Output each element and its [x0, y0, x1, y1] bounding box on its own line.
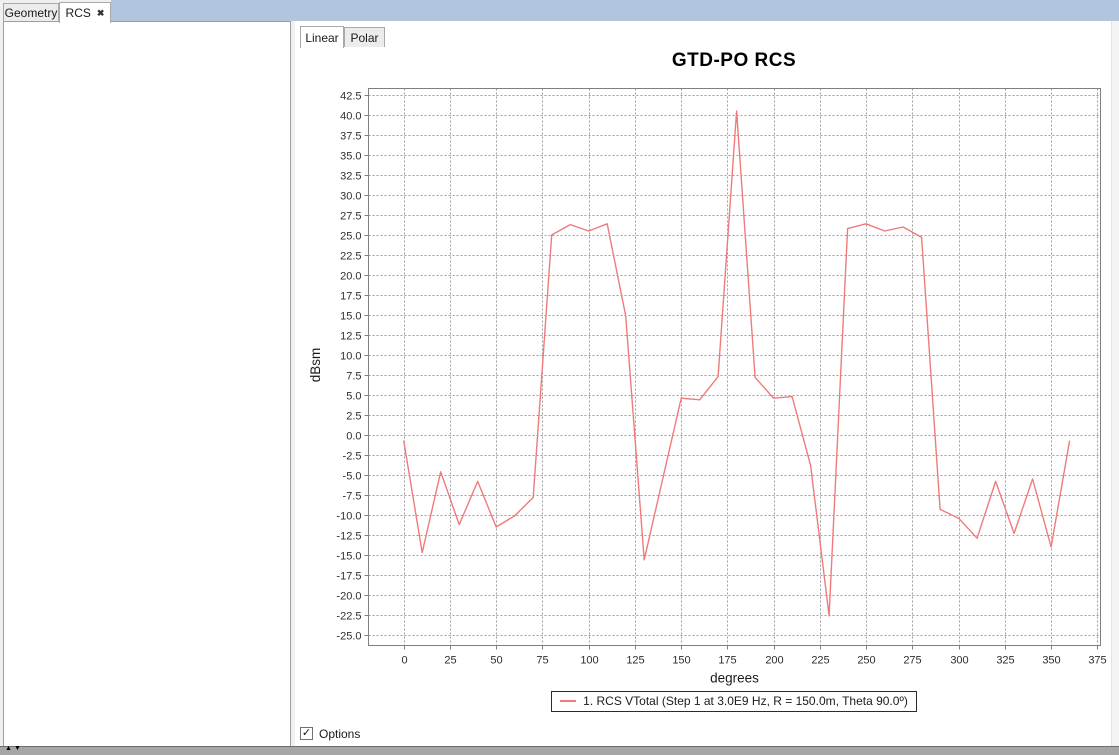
svg-text:325: 325: [996, 655, 1014, 667]
chart-legend: 1. RCS VTotal (Step 1 at 3.0E9 Hz, R = 1…: [551, 691, 917, 712]
svg-text:250: 250: [857, 655, 875, 667]
svg-text:200: 200: [765, 655, 783, 667]
y-axis-label: dBsm: [308, 348, 323, 383]
options-checkbox[interactable]: ✓: [300, 727, 313, 740]
splitter-down-icon[interactable]: ▼: [14, 745, 23, 752]
svg-text:30.0: 30.0: [340, 191, 361, 203]
x-axis-label: degrees: [710, 671, 759, 686]
svg-text:25.0: 25.0: [340, 231, 361, 243]
svg-text:-25.0: -25.0: [336, 631, 361, 643]
svg-text:0.0: 0.0: [346, 431, 361, 443]
chart-title: GTD-PO RCS: [368, 50, 1100, 72]
check-icon: ✓: [302, 728, 311, 739]
svg-text:15.0: 15.0: [340, 311, 361, 323]
y-tick-labels: 42.5 40.0 37.5 35.0 32.5 30.0 27.5 25.0 22.5 20.0…: [336, 91, 361, 643]
tab-linear[interactable]: Linear: [300, 26, 344, 48]
svg-text:35.0: 35.0: [340, 151, 361, 163]
svg-text:375: 375: [1088, 655, 1106, 667]
svg-text:100: 100: [580, 655, 598, 667]
legend-series-label: 1. RCS VTotal (Step 1 at 3.0E9 Hz, R = 1…: [583, 694, 908, 708]
tab-rcs-label: RCS: [66, 6, 91, 20]
svg-text:150: 150: [672, 655, 690, 667]
tab-geometry[interactable]: Geometry: [3, 3, 59, 22]
splitter-up-icon[interactable]: ▲: [5, 745, 14, 752]
horizontal-scrollbar[interactable]: [0, 746, 1119, 755]
svg-text:-10.0: -10.0: [336, 511, 361, 523]
svg-text:32.5: 32.5: [340, 171, 361, 183]
svg-text:0: 0: [401, 655, 407, 667]
svg-text:-12.5: -12.5: [336, 531, 361, 543]
svg-text:20.0: 20.0: [340, 271, 361, 283]
options-checkbox-label: Options: [319, 727, 360, 741]
svg-text:27.5: 27.5: [340, 211, 361, 223]
svg-text:25: 25: [444, 655, 456, 667]
svg-text:-22.5: -22.5: [336, 611, 361, 623]
tab-geometry-label: Geometry: [5, 6, 58, 20]
svg-text:125: 125: [626, 655, 644, 667]
rcs-line-chart: 0 25 50 75 100 125 150 175 200 225 250 275 300 325 350…: [300, 80, 1108, 688]
svg-text:17.5: 17.5: [340, 291, 361, 303]
svg-text:275: 275: [903, 655, 921, 667]
svg-text:175: 175: [718, 655, 736, 667]
svg-text:2.5: 2.5: [346, 411, 361, 423]
svg-text:7.5: 7.5: [346, 371, 361, 383]
svg-text:-15.0: -15.0: [336, 551, 361, 563]
svg-text:22.5: 22.5: [340, 251, 361, 263]
svg-text:10.0: 10.0: [340, 351, 361, 363]
svg-text:42.5: 42.5: [340, 91, 361, 103]
x-tick-labels: 0 25 50 75 100 125 150 175 200 225 250 275 300 325 350…: [401, 655, 1106, 667]
svg-text:75: 75: [536, 655, 548, 667]
svg-text:-20.0: -20.0: [336, 591, 361, 603]
svg-text:40.0: 40.0: [340, 111, 361, 123]
rcs-settings-panel: [3, 21, 291, 747]
svg-text:-7.5: -7.5: [343, 491, 362, 503]
legend-line-sample: [560, 700, 576, 702]
tab-polar[interactable]: Polar: [344, 27, 385, 47]
svg-text:5.0: 5.0: [346, 391, 361, 403]
svg-text:-2.5: -2.5: [343, 451, 362, 463]
svg-text:300: 300: [950, 655, 968, 667]
svg-text:50: 50: [490, 655, 502, 667]
svg-text:-17.5: -17.5: [336, 571, 361, 583]
plot-area: [369, 89, 1101, 646]
close-icon[interactable]: ✖: [97, 9, 105, 18]
top-strip: [111, 0, 1119, 21]
svg-text:12.5: 12.5: [340, 331, 361, 343]
legend-row: 1. RCS VTotal (Step 1 at 3.0E9 Hz, R = 1…: [368, 691, 1100, 712]
tab-rcs[interactable]: RCS ✖: [59, 2, 111, 23]
svg-text:37.5: 37.5: [340, 131, 361, 143]
vertical-scrollbar-track[interactable]: [1111, 21, 1119, 746]
svg-text:350: 350: [1042, 655, 1060, 667]
svg-text:-5.0: -5.0: [343, 471, 362, 483]
splitter-arrows[interactable]: ▲▼: [5, 744, 23, 754]
svg-text:225: 225: [811, 655, 829, 667]
